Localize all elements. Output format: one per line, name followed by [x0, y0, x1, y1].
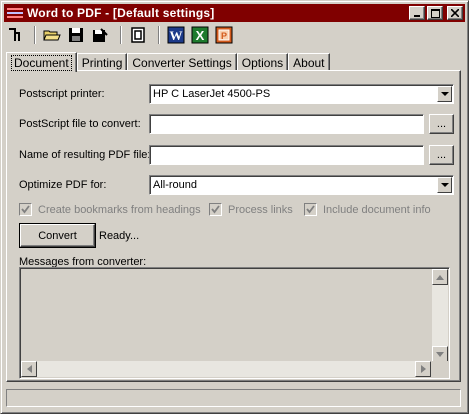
pdf-file-label: Name of resulting PDF file:	[19, 149, 151, 161]
scroll-right-button[interactable]	[415, 361, 431, 377]
process-links-checkbox-label: Process links	[228, 203, 293, 216]
tab-label: Converter Settings	[132, 55, 232, 70]
toolbar-separator	[34, 26, 36, 44]
printer-label: Postscript printer:	[19, 88, 105, 100]
toolbar-separator	[158, 26, 160, 44]
scroll-up-button[interactable]	[432, 269, 448, 285]
tab-strip: Document Printing Converter Settings Opt…	[6, 51, 330, 72]
tab-label: Document	[11, 54, 72, 71]
checkbox-box	[304, 203, 317, 216]
app-icon	[7, 8, 23, 18]
process-links-checkbox[interactable]: Process links	[209, 203, 293, 216]
horizontal-scrollbar[interactable]	[21, 361, 431, 377]
status-bar	[6, 389, 461, 407]
save-as-tool-button[interactable]	[90, 25, 110, 45]
title-bar[interactable]: Word to PDF - [Default settings]	[4, 4, 465, 22]
bookmarks-checkbox-label: Create bookmarks from headings	[38, 203, 201, 216]
close-button[interactable]	[447, 6, 463, 20]
convert-button-label: Convert	[38, 229, 77, 242]
tab-converter-settings[interactable]: Converter Settings	[127, 53, 237, 71]
printer-tool-button[interactable]	[4, 25, 24, 45]
tab-label: Options	[241, 55, 284, 70]
browse-ps-file-button[interactable]: ...	[429, 114, 454, 134]
save-icon	[69, 28, 83, 42]
powerpoint-icon: P	[215, 26, 233, 44]
printer-icon	[9, 28, 20, 41]
excel-icon-letter: X	[196, 28, 205, 43]
checkbox-box	[209, 203, 222, 216]
tab-printing[interactable]: Printing	[76, 53, 128, 71]
window-title: Word to PDF - [Default settings]	[27, 6, 215, 20]
word-icon: W	[167, 26, 185, 44]
maximize-icon	[430, 8, 440, 18]
tab-document[interactable]: Document	[6, 52, 77, 72]
browse-pdf-file-button[interactable]: ...	[429, 145, 454, 165]
tab-options[interactable]: Options	[236, 53, 289, 71]
printer-select-value: HP C LaserJet 4500-PS	[153, 88, 271, 100]
word-icon-letter: W	[170, 28, 183, 43]
minimize-button[interactable]	[409, 6, 425, 20]
scrollbar-corner	[432, 361, 448, 377]
powerpoint-tool-button[interactable]: P	[214, 25, 234, 45]
checkmark-icon	[21, 205, 30, 214]
document-info-checkbox[interactable]: Include document info	[304, 203, 431, 216]
save-as-icon	[93, 28, 108, 42]
powerpoint-icon-letter: P	[221, 31, 227, 41]
optimize-select[interactable]: All-round	[149, 175, 454, 195]
scroll-left-button[interactable]	[21, 361, 37, 377]
arrow-left-icon	[26, 365, 32, 373]
open-tool-button[interactable]	[42, 25, 62, 45]
tab-label: Printing	[81, 55, 123, 70]
document-info-checkbox-label: Include document info	[323, 203, 431, 216]
printer-select[interactable]: HP C LaserJet 4500-PS	[149, 84, 454, 104]
scroll-down-button[interactable]	[432, 346, 448, 362]
tab-about[interactable]: About	[288, 53, 330, 71]
toolbar: W X P	[4, 24, 465, 46]
checkmark-icon	[306, 205, 315, 214]
pdf-file-input[interactable]	[149, 145, 424, 165]
toolbar-separator	[120, 26, 122, 44]
ps-file-label: PostScript file to convert:	[19, 118, 141, 130]
browse-button-label: ...	[436, 149, 447, 161]
convert-status: Ready...	[99, 230, 140, 242]
checkmark-icon	[211, 205, 220, 214]
minimize-icon	[414, 15, 420, 17]
maximize-button[interactable]	[427, 6, 443, 20]
arrow-down-icon	[436, 351, 444, 357]
arrow-up-icon	[436, 274, 444, 280]
bookmarks-checkbox[interactable]: Create bookmarks from headings	[19, 203, 201, 216]
messages-textarea[interactable]	[19, 267, 450, 379]
excel-tool-button[interactable]: X	[190, 25, 210, 45]
save-tool-button[interactable]	[66, 25, 86, 45]
document-tab-panel: Postscript printer: HP C LaserJet 4500-P…	[6, 70, 461, 382]
vertical-scrollbar[interactable]	[432, 269, 448, 362]
word-tool-button[interactable]: W	[166, 25, 186, 45]
optimize-select-value: All-round	[153, 179, 198, 191]
app-window: Word to PDF - [Default settings] W X P D…	[0, 0, 469, 414]
ps-file-input[interactable]	[149, 114, 424, 134]
tab-label: About	[293, 55, 325, 70]
excel-icon: X	[191, 26, 209, 44]
document-icon	[131, 27, 145, 43]
chevron-down-icon[interactable]	[437, 177, 452, 193]
optimize-label: Optimize PDF for:	[19, 179, 107, 191]
close-icon	[451, 9, 459, 17]
convert-button[interactable]: Convert	[19, 223, 96, 248]
browse-button-label: ...	[436, 118, 447, 130]
checkbox-box	[19, 203, 32, 216]
open-folder-icon	[43, 30, 61, 41]
arrow-right-icon	[420, 365, 426, 373]
chevron-down-icon[interactable]	[437, 86, 452, 102]
document-tool-button[interactable]	[128, 25, 148, 45]
